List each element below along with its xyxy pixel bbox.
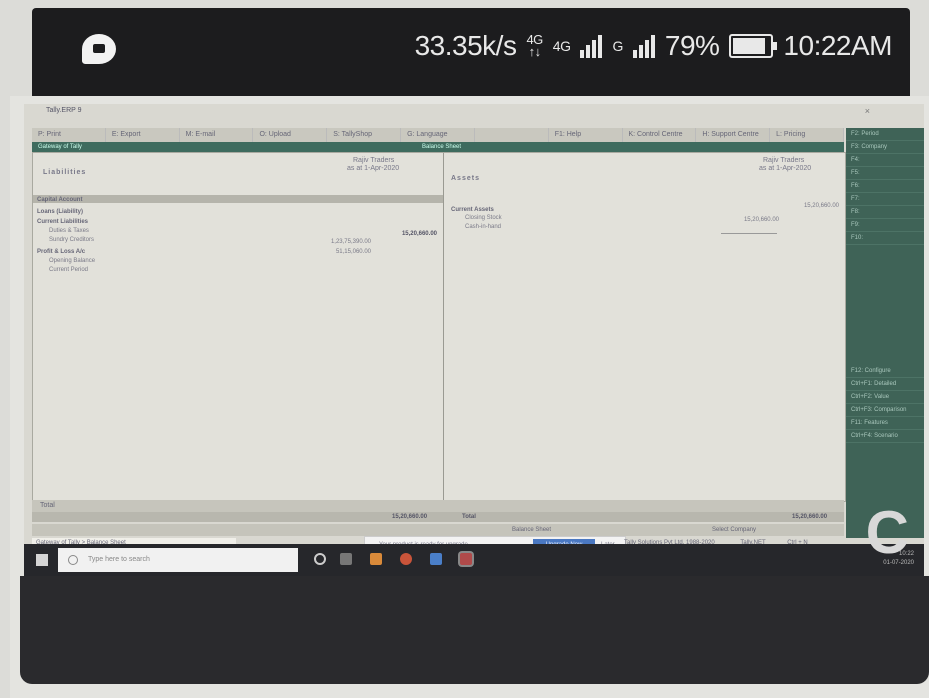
menu-help[interactable]: F1: Help <box>549 128 623 142</box>
signal-icon <box>580 34 603 58</box>
data-indicator: 4G ↑↓ <box>526 32 543 59</box>
side-button[interactable]: F3: Company <box>846 141 924 154</box>
report-title: Balance Sheet <box>422 144 462 150</box>
liability-row[interactable]: Opening Balance <box>49 258 95 264</box>
liability-row[interactable]: Loans (Liability) <box>37 209 83 215</box>
column-divider <box>443 153 444 501</box>
phone-status-bar: 33.35k/s 4G ↑↓ 4G G 79% 10:22AM <box>32 8 910 108</box>
side-button[interactable]: F9: <box>846 219 924 232</box>
breadcrumb-label[interactable]: Gateway of Tally <box>38 142 82 152</box>
menu-spacer <box>475 128 549 142</box>
side-button[interactable]: F6: <box>846 180 924 193</box>
menu-language[interactable]: G: Language <box>401 128 475 142</box>
search-input[interactable]: Type here to search <box>58 548 298 572</box>
monitor-bezel <box>20 576 929 684</box>
left-company-name: Rajiv Traders <box>353 157 395 164</box>
strip-right-label[interactable]: Select Company <box>712 524 756 536</box>
side-button[interactable]: F7: <box>846 193 924 206</box>
side-button[interactable]: F8: <box>846 206 924 219</box>
menu-export[interactable]: E: Export <box>106 128 180 142</box>
cortana-icon[interactable] <box>314 553 326 565</box>
windows-start-icon[interactable] <box>36 554 48 566</box>
signal-icon-2 <box>632 34 655 58</box>
report-title-bar: Gateway of Tally Balance Sheet <box>32 142 844 152</box>
side-button[interactable]: F11: Features <box>846 417 924 430</box>
subtotal-underline <box>721 233 777 234</box>
liability-row[interactable]: Sundry Creditors <box>49 237 94 243</box>
status-right: 33.35k/s 4G ↑↓ 4G G 79% 10:22AM <box>414 30 893 62</box>
left-period: as at 1-Apr-2020 <box>347 165 400 172</box>
search-icon <box>68 555 78 565</box>
closing-stock-amount: 15,20,660.00 <box>743 217 779 223</box>
pl-amount: 51,15,060.00 <box>335 249 371 255</box>
side-button[interactable]: F5: <box>846 167 924 180</box>
close-icon[interactable]: × <box>865 104 870 118</box>
bottom-status-strip: Balance Sheet Select Company <box>32 524 844 536</box>
video-chat-app-icon <box>82 34 116 64</box>
windows-taskbar: Type here to search 10:22 01-07-2020 <box>24 544 924 576</box>
liability-row[interactable]: Duties & Taxes <box>49 228 89 234</box>
clock: 10:22AM <box>783 30 892 61</box>
menu-support-centre[interactable]: H: Support Centre <box>696 128 771 142</box>
corner-logo: C <box>865 499 909 566</box>
tally-app-icon[interactable] <box>460 553 472 565</box>
sundry-creditors-amount: 1,23,75,390.00 <box>330 239 371 245</box>
asset-row[interactable]: Closing Stock <box>465 215 502 221</box>
battery-icon <box>729 34 778 58</box>
liability-row[interactable]: Profit & Loss A/c <box>37 249 85 255</box>
side-button[interactable]: F2: Period <box>846 128 924 141</box>
liabilities-header: Liabilities <box>43 169 87 176</box>
selected-row-highlight <box>33 195 443 203</box>
total-values-bar: 15,20,660.00 Total 15,20,660.00 <box>32 512 844 522</box>
total-right-amount: 15,20,660.00 <box>792 514 828 520</box>
battery-percent: 79% <box>664 30 720 61</box>
liability-row[interactable]: Current Period <box>49 267 88 273</box>
total-label: Total <box>40 502 55 509</box>
side-button[interactable]: Ctrl+F2: Value <box>846 391 924 404</box>
asset-row[interactable]: Current Assets <box>451 207 494 213</box>
menu-email[interactable]: M: E-mail <box>180 128 254 142</box>
top-menu-bar: P: Print E: Export M: E-mail O: Upload S… <box>32 128 844 142</box>
monitor: Tally.ERP 9 × P: Print E: Export M: E-ma… <box>10 96 929 698</box>
task-view-icon[interactable] <box>340 553 352 565</box>
liability-row[interactable]: Current Liabilities <box>37 219 88 225</box>
menu-upload[interactable]: O: Upload <box>253 128 328 142</box>
side-button[interactable]: F10: <box>846 232 924 245</box>
total-label-bar: Total <box>32 500 844 512</box>
assets-header: Assets <box>451 175 480 182</box>
balance-sheet-report: Liabilities Rajiv Traders as at 1-Apr-20… <box>32 152 846 502</box>
side-button[interactable]: F4: <box>846 154 924 167</box>
menu-pricing[interactable]: L: Pricing <box>770 128 844 142</box>
asset-row[interactable]: Cash-in-hand <box>465 224 501 230</box>
right-company-name: Rajiv Traders <box>763 157 805 164</box>
search-placeholder: Type here to search <box>88 556 150 563</box>
network-type-2: G <box>612 38 623 54</box>
current-liabilities-amount: 15,20,660.00 <box>401 231 437 237</box>
store-icon[interactable] <box>430 553 442 565</box>
strip-center-label: Balance Sheet <box>512 527 552 533</box>
current-assets-amount: 15,20,660.00 <box>803 203 839 209</box>
total-right-label: Total <box>462 514 476 520</box>
network-speed: 33.35k/s <box>414 30 517 61</box>
menu-tallyshop[interactable]: S: TallyShop <box>327 128 402 142</box>
side-button[interactable]: Ctrl+F1: Detailed <box>846 378 924 391</box>
window-titlebar: Tally.ERP 9 × <box>24 104 924 118</box>
network-type-1: 4G <box>552 38 571 54</box>
menu-control-centre[interactable]: K: Control Centre <box>623 128 697 142</box>
liability-row[interactable]: Capital Account <box>37 197 82 203</box>
button-bar: F2: Period F3: Company F4: F5: F6: F7: F… <box>846 128 924 538</box>
side-button[interactable]: Ctrl+F3: Comparison <box>846 404 924 417</box>
browser-icon[interactable] <box>400 553 412 565</box>
desktop-screen: Tally.ERP 9 × P: Print E: Export M: E-ma… <box>24 104 924 574</box>
window-title: Tally.ERP 9 <box>46 107 82 114</box>
menu-print[interactable]: P: Print <box>32 128 106 142</box>
side-button[interactable]: Ctrl+F4: Scenario <box>846 430 924 443</box>
file-explorer-icon[interactable] <box>370 553 382 565</box>
total-left-amount: 15,20,660.00 <box>392 514 428 520</box>
side-button[interactable]: F12: Configure <box>846 365 924 378</box>
right-period: as at 1-Apr-2020 <box>759 165 812 172</box>
